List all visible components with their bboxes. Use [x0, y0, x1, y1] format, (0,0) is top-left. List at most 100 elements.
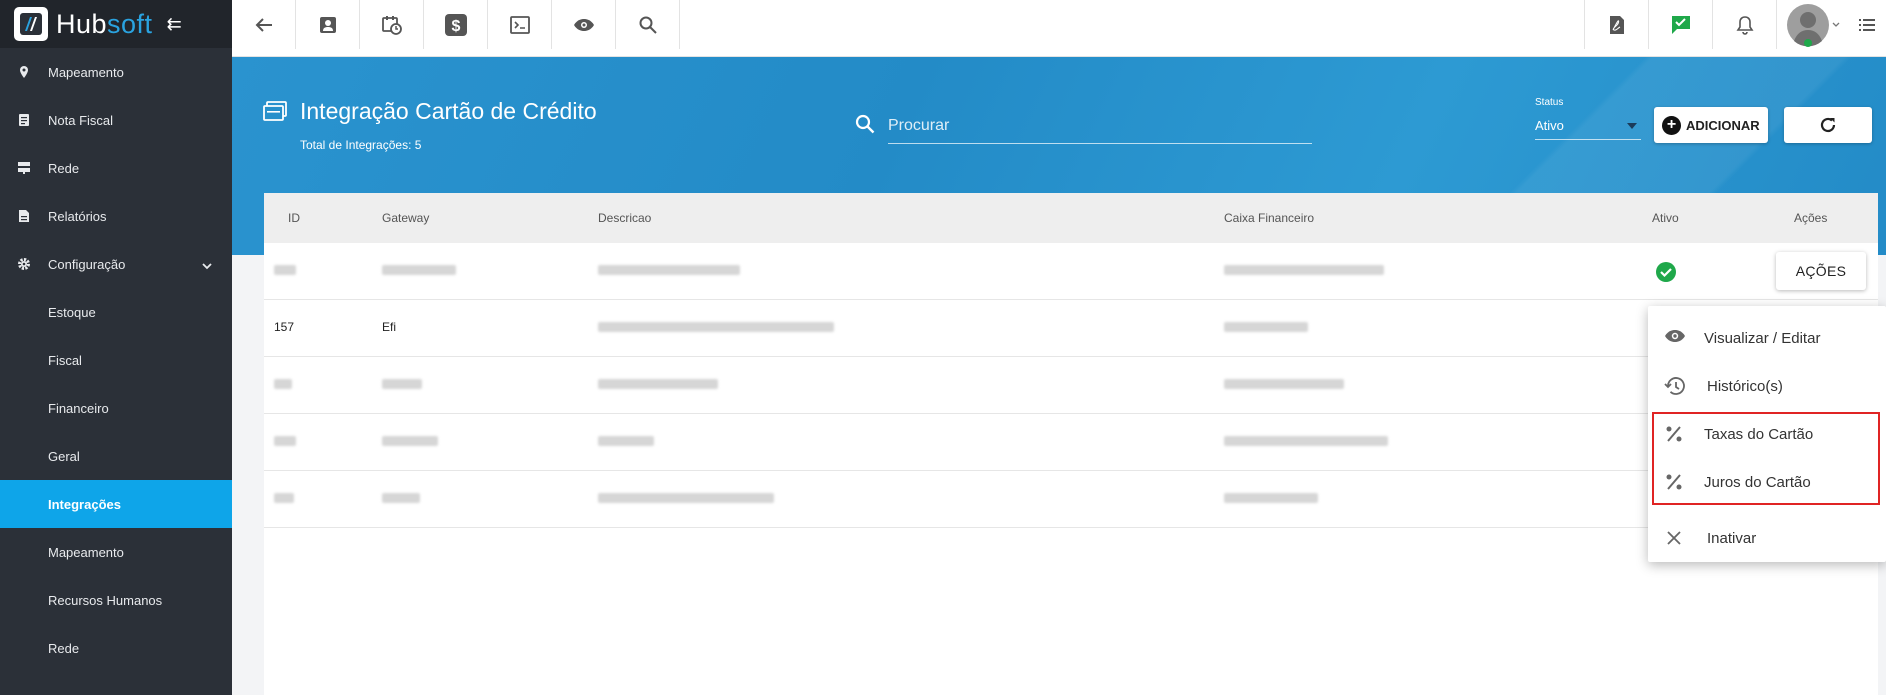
collapse-menu-icon[interactable]: ⇇ [167, 14, 182, 35]
table-row[interactable] [264, 471, 1878, 528]
bell-icon [1736, 15, 1753, 35]
table-header: ID Gateway Descricao Caixa Financeiro At… [264, 193, 1878, 243]
calendar-clock-icon [381, 15, 402, 35]
table-row[interactable] [264, 414, 1878, 471]
col-caixa-financeiro[interactable]: Caixa Financeiro [1224, 211, 1314, 225]
contacts-button[interactable] [296, 0, 360, 49]
sidebar-item-label: Fiscal [48, 352, 82, 368]
search-button[interactable] [616, 0, 680, 49]
sidebar-item-estoque[interactable]: Estoque [0, 288, 232, 336]
search-icon [855, 114, 875, 139]
card-list-icon [263, 101, 287, 126]
eye-icon [1664, 328, 1686, 348]
map-pin-icon [16, 64, 32, 80]
cell-descricao [598, 265, 740, 275]
avatar [1786, 3, 1829, 47]
sidebar-item-label: Integrações [48, 496, 121, 512]
cell-id [274, 265, 296, 275]
col-ativo[interactable]: Ativo [1652, 211, 1679, 225]
dollar-icon: $ [444, 13, 467, 36]
menu-item-historico[interactable]: Histórico(s) [1648, 362, 1886, 410]
cell-gateway [382, 379, 422, 389]
search-input[interactable] [888, 108, 1312, 144]
search-icon [639, 16, 657, 34]
history-icon [1664, 376, 1686, 400]
status-select[interactable]: Ativo [1535, 114, 1641, 140]
svg-text:$: $ [451, 18, 460, 35]
sidebar-item-rede[interactable]: Rede [0, 144, 232, 192]
sidebar-item-label: Mapeamento [48, 64, 124, 80]
table-row[interactable] [264, 357, 1878, 414]
sidebar-item-label: Recursos Humanos [48, 592, 163, 608]
sidebar-item-label: Rede [48, 640, 80, 656]
cell-gateway [382, 436, 438, 446]
document-icon [16, 112, 32, 128]
list-menu-button[interactable] [1848, 0, 1886, 49]
menu-item-label: Histórico(s) [1707, 377, 1783, 395]
cell-descricao [598, 379, 718, 389]
cell-id [274, 379, 292, 389]
sidebar-item-label: Geral [48, 448, 80, 464]
finance-button[interactable]: $ [424, 0, 488, 49]
refresh-icon [1820, 117, 1836, 133]
pdf-button[interactable] [1584, 0, 1648, 49]
tasks-button[interactable] [1648, 0, 1712, 49]
cell-descricao [598, 493, 774, 503]
col-acoes: Ações [1794, 211, 1828, 225]
user-menu-button[interactable] [1776, 0, 1848, 49]
page-title: Integração Cartão de Crédito [300, 98, 597, 124]
sidebar-item-financeiro[interactable]: Financeiro [0, 384, 232, 432]
hubsoft-logo[interactable] [14, 7, 48, 41]
sidebar-item-fiscal[interactable]: Fiscal [0, 336, 232, 384]
sidebar-item-label: Relatórios [48, 208, 107, 224]
col-gateway[interactable]: Gateway [382, 211, 429, 225]
contact-card-icon [319, 16, 336, 33]
sidebar-item-relatorios[interactable]: Relatórios [0, 192, 232, 240]
integrations-table: ID Gateway Descricao Caixa Financeiro At… [264, 193, 1878, 695]
sidebar-item-configuracao[interactable]: Configuração [0, 240, 232, 288]
cell-id [274, 493, 294, 503]
cell-caixa [1224, 265, 1384, 275]
row-actions-button[interactable]: AÇÕES [1776, 252, 1866, 290]
sidebar-item-label: Mapeamento [48, 544, 124, 560]
view-button[interactable] [552, 0, 616, 49]
sidebar-item-label: Rede [48, 160, 80, 176]
sidebar-item-mapeamento-sub[interactable]: Mapeamento [0, 528, 232, 576]
notifications-button[interactable] [1712, 0, 1776, 49]
sidebar-item-label: Financeiro [48, 400, 109, 416]
menu-item-inativar[interactable]: Inativar [1648, 514, 1886, 562]
eye-icon [573, 18, 594, 31]
sidebar-item-mapeamento[interactable]: Mapeamento [0, 48, 232, 96]
arrow-left-icon [255, 17, 272, 32]
sidebar-item-rede-sub[interactable]: Rede [0, 624, 232, 672]
sidebar-item-label: Configuração [48, 256, 126, 272]
table-row[interactable]: 157 Efi [264, 300, 1878, 357]
menu-item-visualizar-editar[interactable]: Visualizar / Editar [1648, 314, 1886, 362]
topbar: $ [232, 0, 1886, 57]
add-button[interactable]: + ADICIONAR [1654, 107, 1768, 143]
plus-icon: + [1662, 115, 1681, 135]
sidebar-item-recursos-humanos[interactable]: Recursos Humanos [0, 576, 232, 624]
cell-caixa [1224, 493, 1318, 503]
list-icon [1859, 18, 1875, 31]
cell-id: 157 [274, 320, 295, 334]
menu-item-label: Inativar [1707, 529, 1757, 547]
schedule-button[interactable] [360, 0, 424, 49]
gear-icon [16, 256, 32, 272]
report-icon [16, 208, 32, 224]
cell-descricao [598, 436, 654, 446]
col-descricao[interactable]: Descricao [598, 211, 651, 225]
terminal-button[interactable] [488, 0, 552, 49]
refresh-button[interactable] [1784, 107, 1872, 143]
back-button[interactable] [232, 0, 296, 49]
sidebar-item-nota-fiscal[interactable]: Nota Fiscal [0, 96, 232, 144]
sidebar-item-geral[interactable]: Geral [0, 432, 232, 480]
close-icon [1664, 528, 1684, 552]
server-icon [16, 160, 32, 176]
col-id[interactable]: ID [288, 211, 300, 225]
add-button-label: ADICIONAR [1686, 117, 1760, 133]
table-row[interactable]: AÇÕES [264, 243, 1878, 300]
sidebar-item-integracoes[interactable]: Integrações [0, 480, 232, 528]
cell-id [274, 436, 296, 446]
cell-caixa [1224, 379, 1344, 389]
